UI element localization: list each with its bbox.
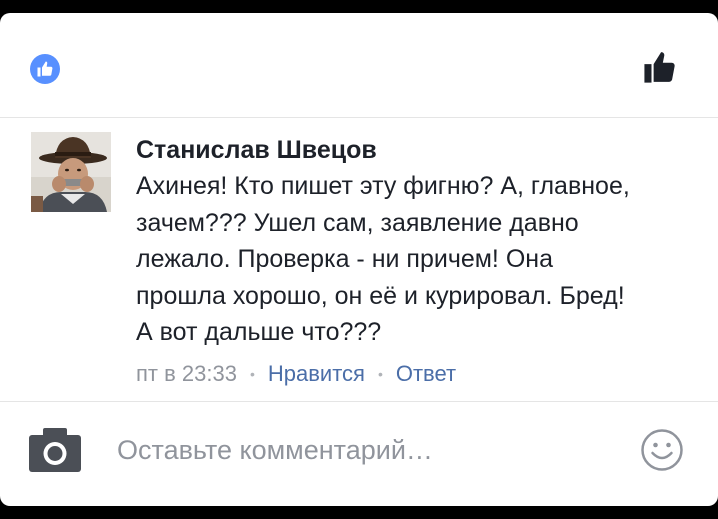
thumbs-up-icon <box>644 52 675 83</box>
like-comment-link[interactable]: Нравится <box>268 361 365 387</box>
meta-separator: • <box>249 366 255 382</box>
camera-icon <box>29 428 81 472</box>
avatar-image <box>31 132 111 212</box>
reactions-bar <box>0 13 718 117</box>
likes-badge[interactable] <box>30 54 60 84</box>
comments-card: Станислав Швецов Ахинея! Кто пишет эту ф… <box>0 13 718 506</box>
comment-timestamp[interactable]: пт в 23:33 <box>136 361 237 387</box>
comment-item: Станислав Швецов Ахинея! Кто пишет эту ф… <box>0 118 718 401</box>
thumbs-up-icon <box>37 61 53 77</box>
smiley-icon <box>641 429 683 471</box>
emoji-button[interactable] <box>640 428 684 472</box>
camera-button[interactable] <box>29 426 81 472</box>
comment-input[interactable] <box>117 432 597 468</box>
meta-separator: • <box>377 366 383 382</box>
comment-meta: пт в 23:33 • Нравится • Ответ <box>136 361 456 387</box>
comment-author[interactable]: Станислав Швецов <box>136 136 377 165</box>
comment-text: Ахинея! Кто пишет эту фигню? А, главное,… <box>136 172 630 346</box>
comment-composer <box>0 402 718 506</box>
avatar[interactable] <box>31 132 111 212</box>
like-button[interactable] <box>642 49 678 85</box>
reply-link[interactable]: Ответ <box>396 361 456 387</box>
